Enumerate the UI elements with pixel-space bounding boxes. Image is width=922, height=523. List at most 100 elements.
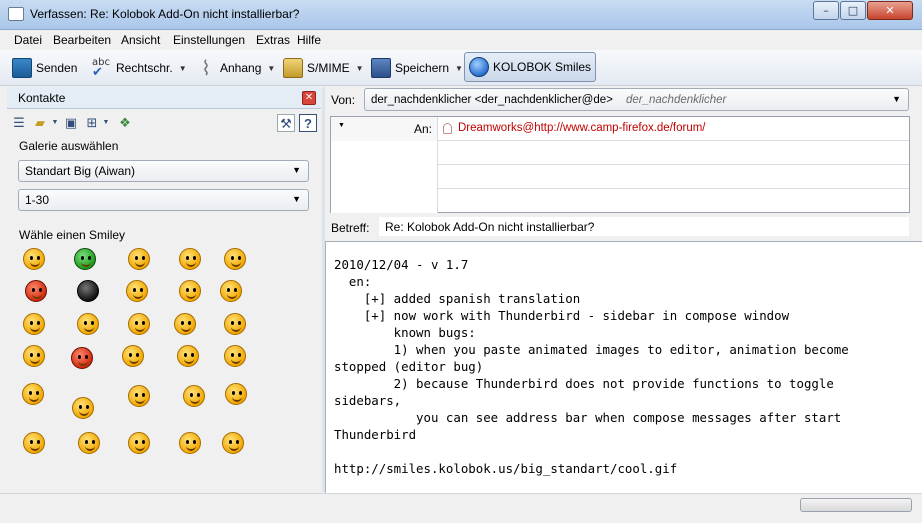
smiley-icon[interactable] bbox=[224, 345, 246, 367]
smime-label: S/MIME bbox=[307, 61, 350, 75]
smiley-icon bbox=[469, 57, 489, 77]
gallery-select-value: Standart Big (Aiwan) bbox=[25, 164, 136, 178]
spellcheck-label: Rechtschr. bbox=[116, 61, 173, 75]
menu-einstellungen[interactable]: Einstellungen bbox=[173, 33, 245, 47]
contacts-sidebar: Kontakte ✕ ☰ ▰ ▼ ▣ ⊞ ▼ ❖ ⚒ ? Galerie aus… bbox=[7, 87, 321, 492]
attach-label: Anhang bbox=[220, 61, 262, 75]
smiley-icon[interactable] bbox=[23, 313, 45, 335]
save-button[interactable]: Speichern ▼ bbox=[371, 56, 463, 80]
maximize-button[interactable]: □ bbox=[840, 1, 866, 20]
smiley-icon[interactable] bbox=[128, 248, 150, 270]
tree-dropdown-icon[interactable]: ▼ bbox=[97, 114, 115, 132]
recipient-type-select[interactable]: ▼ An: bbox=[331, 117, 438, 141]
lock-icon bbox=[283, 58, 303, 78]
smiley-icon[interactable] bbox=[179, 432, 201, 454]
recipient-row[interactable] bbox=[331, 189, 909, 213]
smiley-icon[interactable] bbox=[177, 345, 199, 367]
recipient-type-cell[interactable] bbox=[331, 189, 438, 213]
window-title: Verfassen: Re: Kolobok Add-On nicht inst… bbox=[30, 7, 300, 21]
status-bar bbox=[0, 493, 922, 523]
range-select[interactable]: 1-30 ▼ bbox=[18, 189, 309, 211]
smiley-icon[interactable] bbox=[25, 280, 47, 302]
spellcheck-button[interactable]: abc ✔ Rechtschr. ▼ bbox=[92, 56, 187, 80]
smime-button[interactable]: S/MIME ▼ bbox=[283, 56, 364, 80]
menu-ansicht[interactable]: Ansicht bbox=[121, 33, 160, 47]
smiley-icon[interactable] bbox=[183, 385, 205, 407]
attach-dropdown-icon[interactable]: ▼ bbox=[267, 64, 275, 73]
smiley-icon[interactable] bbox=[126, 280, 148, 302]
recipient-address[interactable]: Dreamworks@http://www.camp-firefox.de/fo… bbox=[458, 122, 706, 134]
send-button[interactable]: Senden bbox=[12, 56, 77, 80]
smiley-icon[interactable] bbox=[23, 432, 45, 454]
close-button[interactable]: ✕ bbox=[867, 1, 913, 20]
chevron-down-icon: ▼ bbox=[892, 94, 901, 104]
menu-bar: Datei Bearbeiten Ansicht Einstellungen E… bbox=[0, 30, 922, 50]
gallery-select[interactable]: Standart Big (Aiwan) ▼ bbox=[18, 160, 309, 182]
smiley-icon[interactable] bbox=[128, 385, 150, 407]
recipient-type-cell[interactable] bbox=[331, 141, 438, 165]
minimize-button[interactable]: – bbox=[813, 1, 839, 20]
chevron-down-icon: ▼ bbox=[292, 194, 301, 204]
menu-datei[interactable]: Datei bbox=[14, 33, 42, 47]
person-icon bbox=[443, 123, 452, 134]
window-titlebar: Verfassen: Re: Kolobok Add-On nicht inst… bbox=[0, 0, 922, 30]
subject-label: Betreff: bbox=[331, 221, 370, 235]
recipient-type-cell[interactable] bbox=[331, 165, 438, 189]
save-label: Speichern bbox=[395, 61, 450, 75]
progress-bar bbox=[800, 498, 912, 512]
save-dropdown-icon[interactable]: ▼ bbox=[455, 64, 463, 73]
smiley-icon[interactable] bbox=[128, 313, 150, 335]
from-select[interactable]: der_nachdenklicher <der_nachdenklicher@d… bbox=[364, 88, 909, 111]
sidebar-close-icon[interactable]: ✕ bbox=[302, 91, 316, 105]
menu-extras[interactable]: Extras bbox=[256, 33, 290, 47]
help-icon[interactable]: ? bbox=[299, 114, 317, 132]
devil-smiley-icon[interactable] bbox=[71, 347, 93, 369]
recipient-row[interactable] bbox=[331, 141, 909, 165]
shapes-icon[interactable]: ❖ bbox=[116, 114, 134, 132]
smiley-icon[interactable] bbox=[224, 248, 246, 270]
smiley-icon[interactable] bbox=[77, 313, 99, 335]
smiley-icon[interactable] bbox=[179, 248, 201, 270]
smiley-icon[interactable] bbox=[224, 313, 246, 335]
properties-icon[interactable]: ☰ bbox=[10, 114, 28, 132]
message-body-editor[interactable]: 2010/12/04 - v 1.7 en: [+] added spanish… bbox=[325, 241, 922, 493]
send-label: Senden bbox=[36, 61, 78, 75]
menu-hilfe[interactable]: Hilfe bbox=[297, 33, 321, 47]
range-select-value: 1-30 bbox=[25, 193, 50, 207]
chevron-down-icon: ▼ bbox=[292, 165, 301, 175]
kolobok-label: KOLOBOK Smiles bbox=[493, 60, 592, 74]
smiley-icon[interactable] bbox=[23, 345, 45, 367]
bomb-icon[interactable] bbox=[77, 280, 99, 302]
floppy-icon bbox=[371, 58, 391, 78]
spellcheck-icon: abc ✔ bbox=[92, 57, 110, 80]
tools-icon[interactable]: ⚒ bbox=[277, 114, 295, 132]
smiley-icon[interactable] bbox=[22, 383, 44, 405]
smime-dropdown-icon[interactable]: ▼ bbox=[356, 64, 364, 73]
smiley-icon[interactable] bbox=[225, 383, 247, 405]
smiley-pick-label: Wähle einen Smiley bbox=[19, 228, 126, 242]
sidebar-header: Kontakte ✕ bbox=[7, 87, 321, 109]
menu-bearbeiten[interactable]: Bearbeiten bbox=[53, 33, 111, 47]
kolobok-smiles-button[interactable]: KOLOBOK Smiles bbox=[464, 52, 597, 82]
smiley-icon[interactable] bbox=[74, 248, 96, 270]
smiley-icon[interactable] bbox=[220, 280, 242, 302]
smiley-icon[interactable] bbox=[72, 397, 94, 419]
spellcheck-dropdown-icon[interactable]: ▼ bbox=[179, 64, 187, 73]
from-value: der_nachdenklicher <der_nachdenklicher@d… bbox=[371, 94, 613, 106]
from-label: Von: bbox=[331, 93, 356, 107]
smiley-icon[interactable] bbox=[78, 432, 100, 454]
smiley-icon[interactable] bbox=[128, 432, 150, 454]
from-hint: der_nachdenklicher bbox=[626, 94, 727, 106]
smiley-icon[interactable] bbox=[23, 248, 45, 270]
smiley-icon[interactable] bbox=[122, 345, 144, 367]
subject-input[interactable]: Re: Kolobok Add-On nicht installierbar? bbox=[378, 216, 910, 237]
smiley-icon[interactable] bbox=[179, 280, 201, 302]
attach-button[interactable]: ⌇ Anhang ▼ bbox=[196, 56, 275, 80]
smiley-icon[interactable] bbox=[222, 432, 244, 454]
smiley-icon[interactable] bbox=[174, 313, 196, 335]
recipient-row[interactable] bbox=[331, 165, 909, 189]
save-icon[interactable]: ▣ bbox=[62, 114, 80, 132]
recipient-row[interactable]: ▼ An: Dreamworks@http://www.camp-firefox… bbox=[331, 117, 909, 141]
gallery-label: Galerie auswählen bbox=[19, 139, 119, 153]
send-icon bbox=[12, 58, 32, 78]
